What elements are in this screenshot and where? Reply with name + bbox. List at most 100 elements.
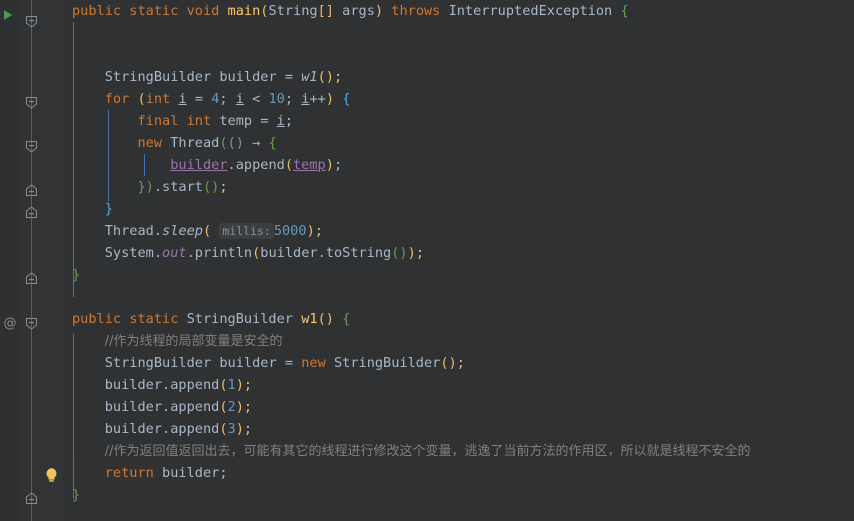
token-punct: ; [284,91,302,107]
code-line-current[interactable]: return builder; [62,462,854,484]
token-variable: i [235,91,244,107]
fold-marker-end[interactable] [25,272,38,285]
fold-marker-expanded[interactable] [25,140,38,153]
token-number: 3 [227,421,236,437]
token-number: 1 [227,377,236,393]
token-method-call: println [194,245,253,261]
code-line[interactable]: StringBuilder builder = new StringBuilde… [62,352,854,374]
token-class: Thread [170,135,220,151]
code-line-blank[interactable] [62,286,854,308]
token-keyword: new [137,135,163,151]
intention-bulb-icon[interactable] [44,467,59,483]
token-keyword: final [137,113,179,129]
code-line[interactable]: StringBuilder builder = w1(); [62,66,854,88]
token-variable: i [276,113,285,129]
token-paren: ( [202,223,212,239]
code-line[interactable]: builder.append(temp); [62,154,854,176]
code-line[interactable]: }).start(); [62,176,854,198]
token-paren: ) [325,91,334,107]
token-bracket: [] [317,3,334,19]
token-keyword: int [145,91,171,107]
fold-marker-expanded[interactable] [25,317,38,330]
code-line[interactable]: new Thread(() → { [62,132,854,154]
run-marker-icon[interactable] [3,6,13,20]
token-brace: } [72,267,81,283]
code-line-blank[interactable] [62,44,854,66]
token-parens: () [391,245,408,261]
token-param: args [342,3,375,19]
token-operator: = [260,113,277,129]
token-paren: ) [235,421,244,437]
token-class: StringBuilder [186,311,293,327]
token-paren: ) [145,179,154,195]
token-brace: } [104,201,113,217]
token-punct: ; [314,223,323,239]
token-class: Thread [104,223,154,239]
token-method-call: start [162,179,203,195]
token-class: StringBuilder [104,69,212,85]
token-paren: ( [137,91,146,107]
token-parens: (); [440,355,465,371]
fold-marker-end[interactable] [25,492,38,505]
token-method-call: w1 [301,69,318,85]
token-punct: . [153,245,163,261]
code-line[interactable]: } [62,484,854,506]
code-line[interactable]: public static StringBuilder w1() { [62,308,854,330]
code-line[interactable]: } [62,264,854,286]
token-comment: //作为线程的局部变量是安全的 [104,334,283,349]
token-punct: . [153,223,163,239]
code-line-blank[interactable] [62,22,854,44]
code-line[interactable]: //作为返回值返回出去，可能有其它的线程进行修改这个变量，逃逸了当前方法的作用区… [62,440,854,462]
token-captured-variable: builder [170,157,228,173]
code-line[interactable]: builder.append(3); [62,418,854,440]
token-parens: (); [317,69,343,85]
code-line[interactable]: public static void main(String[] args) t… [62,0,854,22]
token-keyword: return [104,465,154,481]
token-paren: ( [219,377,228,393]
token-parens: () [317,311,334,327]
code-line[interactable]: builder.append(1); [62,374,854,396]
code-line[interactable]: System.out.println(builder.toString()); [62,242,854,264]
code-line[interactable]: builder.append(2); [62,396,854,418]
editor-gutter[interactable]: @ [0,0,62,521]
token-variable: temp [219,113,253,129]
token-number: 10 [268,91,285,107]
token-number: 2 [227,399,236,415]
token-punct: ; [219,465,228,481]
token-punct: ; [219,179,228,195]
token-operator: = [194,91,212,107]
fold-marker-end[interactable] [25,184,38,197]
code-content[interactable]: public static void main (String[] args) t… [62,0,854,521]
code-line[interactable]: //作为线程的局部变量是安全的 [62,330,854,352]
token-brace: { [620,3,629,19]
token-operator: < [252,91,269,107]
token-punct: ; [415,245,424,261]
fold-marker-expanded[interactable] [25,96,38,109]
code-line[interactable]: final int temp = i; [62,110,854,132]
token-punct: ; [333,157,343,173]
token-variable: builder [260,245,318,261]
annotation-marker-icon[interactable]: @ [2,316,18,332]
token-variable: builder [104,399,163,415]
code-line[interactable]: Thread.sleep( millis: 5000); [62,220,854,242]
lambda-arrow-icon: → [252,135,261,151]
token-method-call: append [170,421,220,437]
token-parens: () [202,179,220,195]
token-keyword: for [104,91,130,107]
fold-marker-expanded[interactable] [25,15,38,28]
token-keyword: throws [391,3,441,19]
code-editor[interactable]: @ public static void main(String[] args)… [0,0,854,521]
token-class: StringBuilder [104,355,212,371]
token-keyword: int [186,113,212,129]
token-punct: ; [243,377,253,393]
fold-region-line [31,0,32,521]
fold-marker-end[interactable] [25,206,38,219]
code-line[interactable]: } [62,198,854,220]
code-line[interactable]: for (int i = 4; i < 10; i++) { [62,88,854,110]
inlay-parameter-hint[interactable]: millis: [219,223,274,239]
token-brace: } [137,179,146,195]
token-punct: ; [284,113,294,129]
token-class: String [268,3,318,19]
token-method-call: sleep [162,223,203,239]
token-variable: builder [162,465,220,481]
